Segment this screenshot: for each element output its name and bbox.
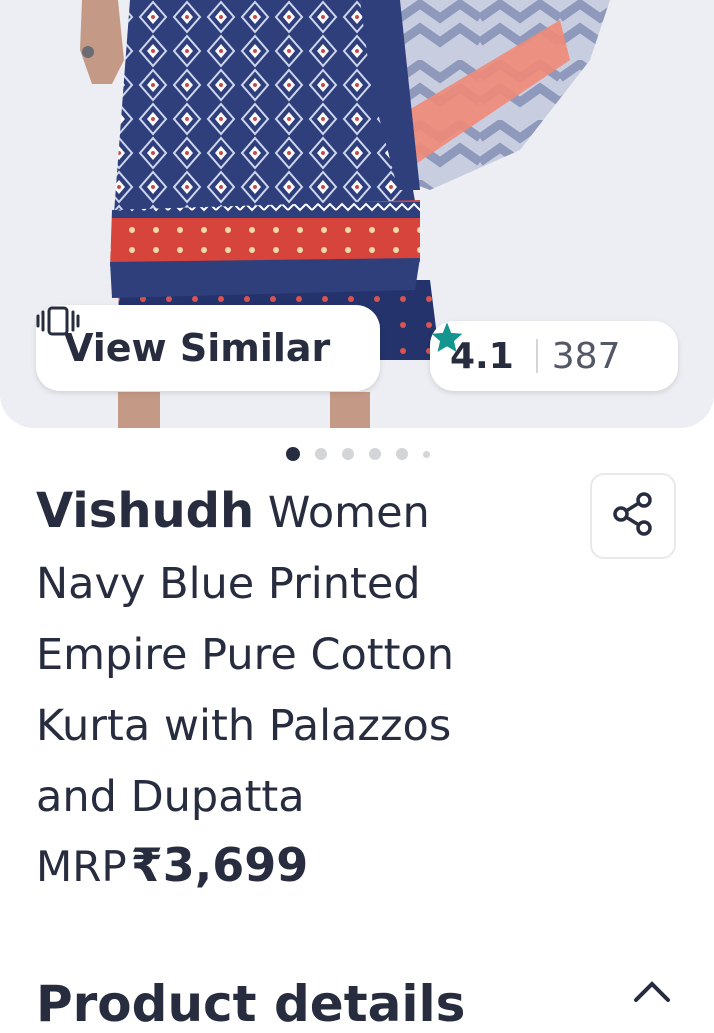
product-image[interactable]: View Similar 4.1 387 <box>0 0 714 428</box>
carousel-dot[interactable] <box>423 450 430 458</box>
product-title: Vishudh Women Navy Blue Printed Empire P… <box>36 476 496 833</box>
carousel-dot[interactable] <box>315 448 327 460</box>
carousel-indicator <box>286 446 445 462</box>
product-details-title[interactable]: Product details <box>36 975 465 1033</box>
mrp-label: MRP <box>36 842 127 891</box>
rating-divider <box>535 339 538 373</box>
carousel-dot-active[interactable] <box>286 447 300 461</box>
chevron-up-icon[interactable] <box>630 976 674 1016</box>
share-button[interactable] <box>590 473 676 559</box>
rating-count: 387 <box>551 335 621 377</box>
carousel-dot[interactable] <box>396 448 408 460</box>
rating-badge[interactable]: 4.1 387 <box>430 321 678 391</box>
share-icon <box>611 491 655 541</box>
carousel-dot[interactable] <box>342 448 354 460</box>
view-similar-button[interactable]: View Similar <box>36 305 380 391</box>
brand-name: Vishudh <box>36 483 255 539</box>
price-row: MRP ₹3,699 <box>36 838 308 892</box>
view-similar-label: View Similar <box>64 326 331 370</box>
carousel-dot[interactable] <box>369 448 381 460</box>
mrp-value: ₹3,699 <box>130 838 309 892</box>
